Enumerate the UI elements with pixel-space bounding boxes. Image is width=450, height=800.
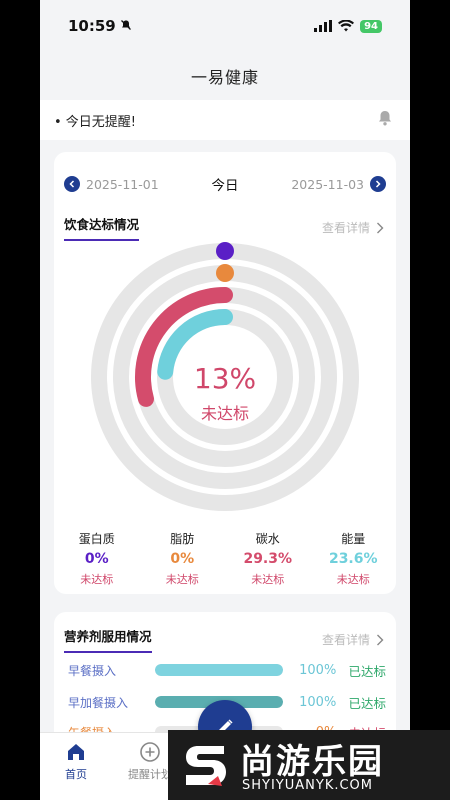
nutrient-name: 蛋白质 bbox=[78, 532, 115, 546]
nutrient-fat: 脂肪 0% 未达标 bbox=[142, 530, 222, 587]
diet-detail-link[interactable]: 查看详情 bbox=[322, 219, 384, 236]
bell-icon[interactable] bbox=[376, 109, 394, 131]
supplement-detail-text[interactable]: 查看详情 bbox=[322, 631, 370, 648]
chevron-right-icon bbox=[375, 180, 381, 188]
diet-detail-text[interactable]: 查看详情 bbox=[322, 219, 370, 236]
prev-day[interactable]: 2025-11-01 bbox=[64, 176, 159, 192]
supplement-row-status: 已达标 bbox=[348, 695, 386, 711]
watermark-logo-icon bbox=[186, 746, 226, 786]
diet-section-header: 饮食达标情况 查看详情 bbox=[64, 214, 384, 241]
wifi-icon bbox=[338, 17, 355, 36]
supplement-row-percent: 100% bbox=[299, 662, 337, 678]
diet-center-value: 13% bbox=[193, 362, 257, 395]
ring-dot-1 bbox=[216, 264, 234, 282]
chevron-right-icon bbox=[377, 222, 384, 233]
current-date-label: 今日 bbox=[211, 178, 239, 194]
reminder-notice[interactable]: • 今日无提醒! bbox=[40, 100, 410, 140]
nutrient-value: 0% bbox=[170, 551, 195, 567]
watermark-title: 尚游乐园 bbox=[240, 742, 384, 782]
clock: 10:59 bbox=[68, 17, 132, 35]
reminder-notice-text: • 今日无提醒! bbox=[54, 114, 137, 130]
supplement-row-percent: 100% bbox=[299, 694, 337, 710]
nutrient-name: 能量 bbox=[341, 532, 366, 546]
status-bar: 10:59 94 bbox=[40, 0, 410, 52]
supplement-detail-link[interactable]: 查看详情 bbox=[322, 631, 384, 648]
status-icons: 94 bbox=[314, 17, 382, 36]
nutrient-status: 未达标 bbox=[336, 573, 370, 586]
add-circle-icon bbox=[140, 742, 160, 762]
date-navigator: 2025-11-01 今日 2025-11-03 bbox=[64, 172, 386, 196]
app-title-bar: 一易健康 bbox=[40, 52, 410, 100]
home-icon bbox=[68, 744, 84, 760]
diet-card: 2025-11-01 今日 2025-11-03 饮食达标情况 查看详情 13%… bbox=[54, 152, 396, 594]
supplement-progress-bar bbox=[155, 664, 283, 676]
nutrient-carbs: 碳水 29.3% 未达标 bbox=[228, 530, 308, 587]
tab-home[interactable]: 首页 bbox=[46, 741, 106, 782]
tab-home-label: 首页 bbox=[65, 768, 87, 781]
battery-indicator: 94 bbox=[360, 19, 382, 33]
next-day-button[interactable] bbox=[370, 176, 386, 192]
nutrient-status: 未达标 bbox=[80, 573, 114, 586]
prev-day-button[interactable] bbox=[64, 176, 80, 192]
chevron-right-icon bbox=[377, 634, 384, 645]
chevron-left-icon bbox=[69, 180, 75, 188]
nutrient-status: 未达标 bbox=[165, 573, 199, 586]
nutrient-value: 23.6% bbox=[328, 551, 378, 567]
supplement-row-name: 早餐摄入 bbox=[68, 663, 117, 678]
nutrient-name: 脂肪 bbox=[170, 532, 195, 546]
supplement-section-title: 营养剂服用情况 bbox=[64, 626, 152, 653]
nutrient-value: 0% bbox=[84, 551, 109, 567]
progress-fill bbox=[155, 664, 283, 676]
nutrient-name: 碳水 bbox=[255, 532, 280, 546]
watermark: 尚游乐园 SHYIYUANYK.COM bbox=[168, 730, 450, 800]
nutrient-value: 29.3% bbox=[243, 551, 293, 567]
next-date[interactable]: 2025-11-03 bbox=[291, 177, 364, 192]
ring-dot-0 bbox=[216, 242, 234, 260]
diet-section-title: 饮食达标情况 bbox=[64, 214, 140, 241]
app-title: 一易健康 bbox=[190, 68, 259, 87]
supplement-row-name: 早加餐摄入 bbox=[68, 695, 129, 710]
phone-frame: 10:59 94 一易健康 • 今日无提醒! 2025-11-01 今日 202… bbox=[0, 0, 450, 800]
nutrient-list: 蛋白质 0% 未达标 脂肪 0% 未达标 碳水 29.3% 未达标 能量 23.… bbox=[54, 530, 396, 587]
watermark-url: SHYIYUANYK.COM bbox=[242, 778, 373, 793]
diet-center-label: 未达标 bbox=[200, 404, 249, 423]
app-screen: 10:59 94 一易健康 • 今日无提醒! 2025-11-01 今日 202… bbox=[40, 0, 410, 800]
next-day[interactable]: 2025-11-03 bbox=[291, 176, 386, 192]
signal-icon bbox=[314, 17, 333, 36]
nutrient-protein: 蛋白质 0% 未达标 bbox=[57, 530, 137, 587]
prev-date[interactable]: 2025-11-01 bbox=[86, 177, 159, 192]
supplement-row: 早餐摄入 100% 已达标 bbox=[68, 660, 386, 680]
mute-bell-icon bbox=[120, 17, 132, 35]
supplement-section-header: 营养剂服用情况 查看详情 bbox=[64, 626, 384, 653]
clock-text: 10:59 bbox=[68, 17, 116, 35]
nutrient-energy: 能量 23.6% 未达标 bbox=[313, 530, 393, 587]
nutrient-status: 未达标 bbox=[251, 573, 285, 586]
supplement-row-status: 已达标 bbox=[348, 663, 386, 679]
